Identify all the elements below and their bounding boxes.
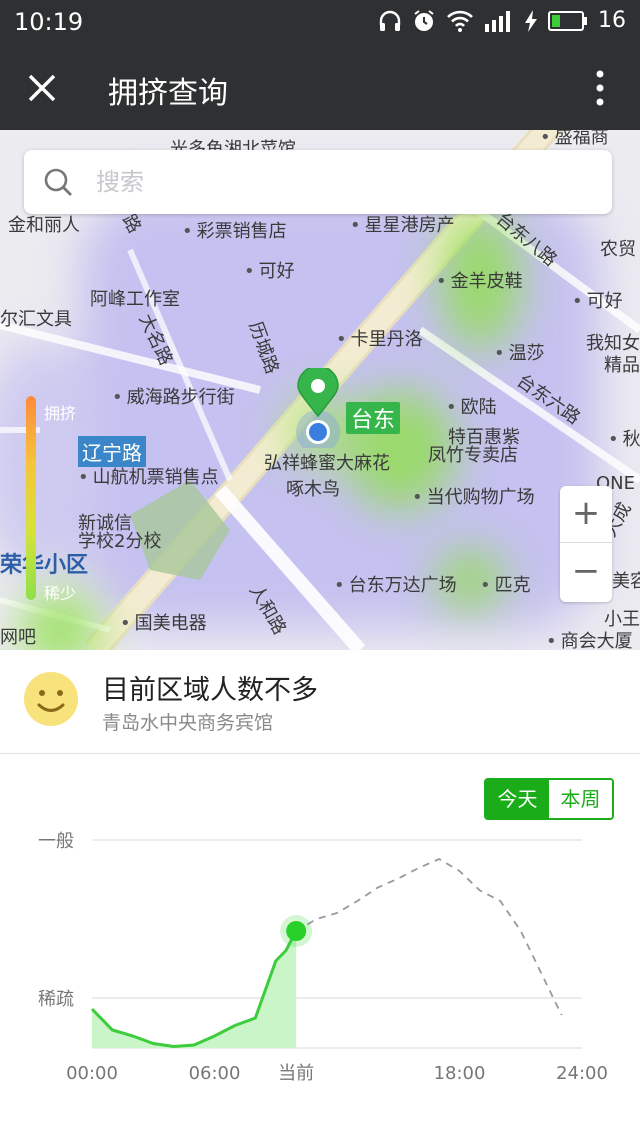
crowd-location: 青岛水中央商务宾馆: [102, 712, 274, 734]
map-label: 国美电器: [120, 614, 207, 634]
map-label: 台东万达广场: [334, 576, 457, 596]
map-label: 凤竹专卖店: [428, 445, 518, 466]
map-label: 匹克: [480, 576, 531, 596]
map-label: 盛福商: [540, 130, 609, 148]
x-tick-label: 00:00: [66, 1063, 118, 1084]
map-label: 小王: [604, 609, 640, 630]
heat-legend-bar: [26, 396, 36, 600]
legend-low-label: 稀少: [44, 584, 77, 603]
forecast-line: [295, 857, 563, 1016]
district-label: 荣华小区: [0, 553, 89, 578]
zoom-controls: + −: [560, 486, 612, 602]
map-label: 精品: [604, 355, 640, 376]
current-dot: [286, 921, 307, 941]
tab-today[interactable]: 今天: [486, 780, 549, 818]
status-bar: 10:19 16: [0, 0, 640, 46]
alarm-icon: [414, 9, 434, 31]
map-label: 尔汇文具: [0, 309, 72, 330]
map-label: 欧陆: [446, 398, 497, 418]
search-bar[interactable]: [24, 150, 612, 214]
status-icons: 16: [378, 8, 626, 33]
x-tick-label: 当前: [278, 1063, 314, 1084]
map-label: 卡里丹洛: [336, 330, 423, 350]
zoom-out-button[interactable]: −: [560, 544, 612, 601]
signal-icon: [485, 10, 510, 32]
page-title: 拥挤查询: [108, 76, 228, 111]
map-label: 星星港房产: [350, 216, 455, 236]
status-time: 10:19: [14, 8, 84, 36]
tab-week[interactable]: 本周: [549, 780, 612, 818]
more-options-icon[interactable]: [590, 66, 610, 110]
x-tick-label: 06:00: [189, 1063, 241, 1084]
x-tick-label: 24:00: [556, 1063, 608, 1084]
battery-icon: [548, 10, 587, 31]
x-tick-label: 18:00: [434, 1063, 486, 1084]
map-label: 温莎: [494, 344, 545, 364]
map-label: 金羊皮鞋: [436, 272, 523, 292]
map-label: 威海路步行街: [112, 388, 235, 408]
y-tick-label: 一般: [38, 831, 74, 852]
map-label: 彩票销售店: [182, 222, 287, 242]
map-label: 金和丽人: [8, 215, 80, 236]
map-label: 山航机票销售点: [78, 468, 219, 488]
map-label: 可好: [572, 292, 623, 312]
map-label: 啄木鸟: [286, 479, 340, 500]
crowd-heat-map[interactable]: 光多鱼湘北菜馆 盛福商 金和丽人 彩票销售店 星星港房产 可好 金羊皮鞋 农贸 …: [0, 130, 640, 650]
battery-level: 16: [598, 8, 626, 33]
y-tick-label: 稀疏: [38, 989, 74, 1010]
place-tag[interactable]: 台东: [346, 402, 401, 434]
crowd-status-panel: 目前区域人数不多 青岛水中央商务宾馆: [0, 650, 640, 754]
map-label: 弘祥蜂蜜大麻花: [264, 453, 390, 474]
map-label: 商会大厦: [546, 632, 633, 651]
road-tag: 辽宁路: [78, 436, 146, 467]
map-label: 阿峰工作室: [90, 289, 180, 310]
map-label: 可好: [244, 262, 295, 282]
map-label: 学校2分校: [78, 531, 162, 552]
map-label: 美容: [612, 571, 640, 592]
charging-icon: [525, 9, 537, 32]
map-label: 当代购物广场: [412, 488, 535, 508]
headphones-icon: [379, 10, 401, 31]
close-icon[interactable]: [22, 68, 62, 108]
map-label: 网吧: [0, 627, 36, 648]
zoom-in-button[interactable]: +: [560, 486, 612, 543]
legend-high-label: 拥挤: [44, 404, 77, 423]
period-toggle: 今天 本周: [484, 778, 614, 820]
wifi-icon: [447, 10, 473, 32]
map-label: 秋: [608, 430, 640, 450]
crowd-status-title: 目前区域人数不多: [102, 675, 318, 706]
location-pin-icon[interactable]: [292, 368, 344, 448]
map-label: 我知女: [586, 333, 640, 354]
smiley-icon: [24, 672, 78, 726]
title-bar: 拥挤查询: [0, 46, 640, 130]
search-input[interactable]: [96, 162, 576, 202]
map-label: 农贸: [600, 239, 636, 260]
search-icon: [44, 168, 72, 196]
crowd-trend-chart: 一般稀疏 00:00 06:00 当前 18:00 24:00: [38, 831, 608, 1084]
